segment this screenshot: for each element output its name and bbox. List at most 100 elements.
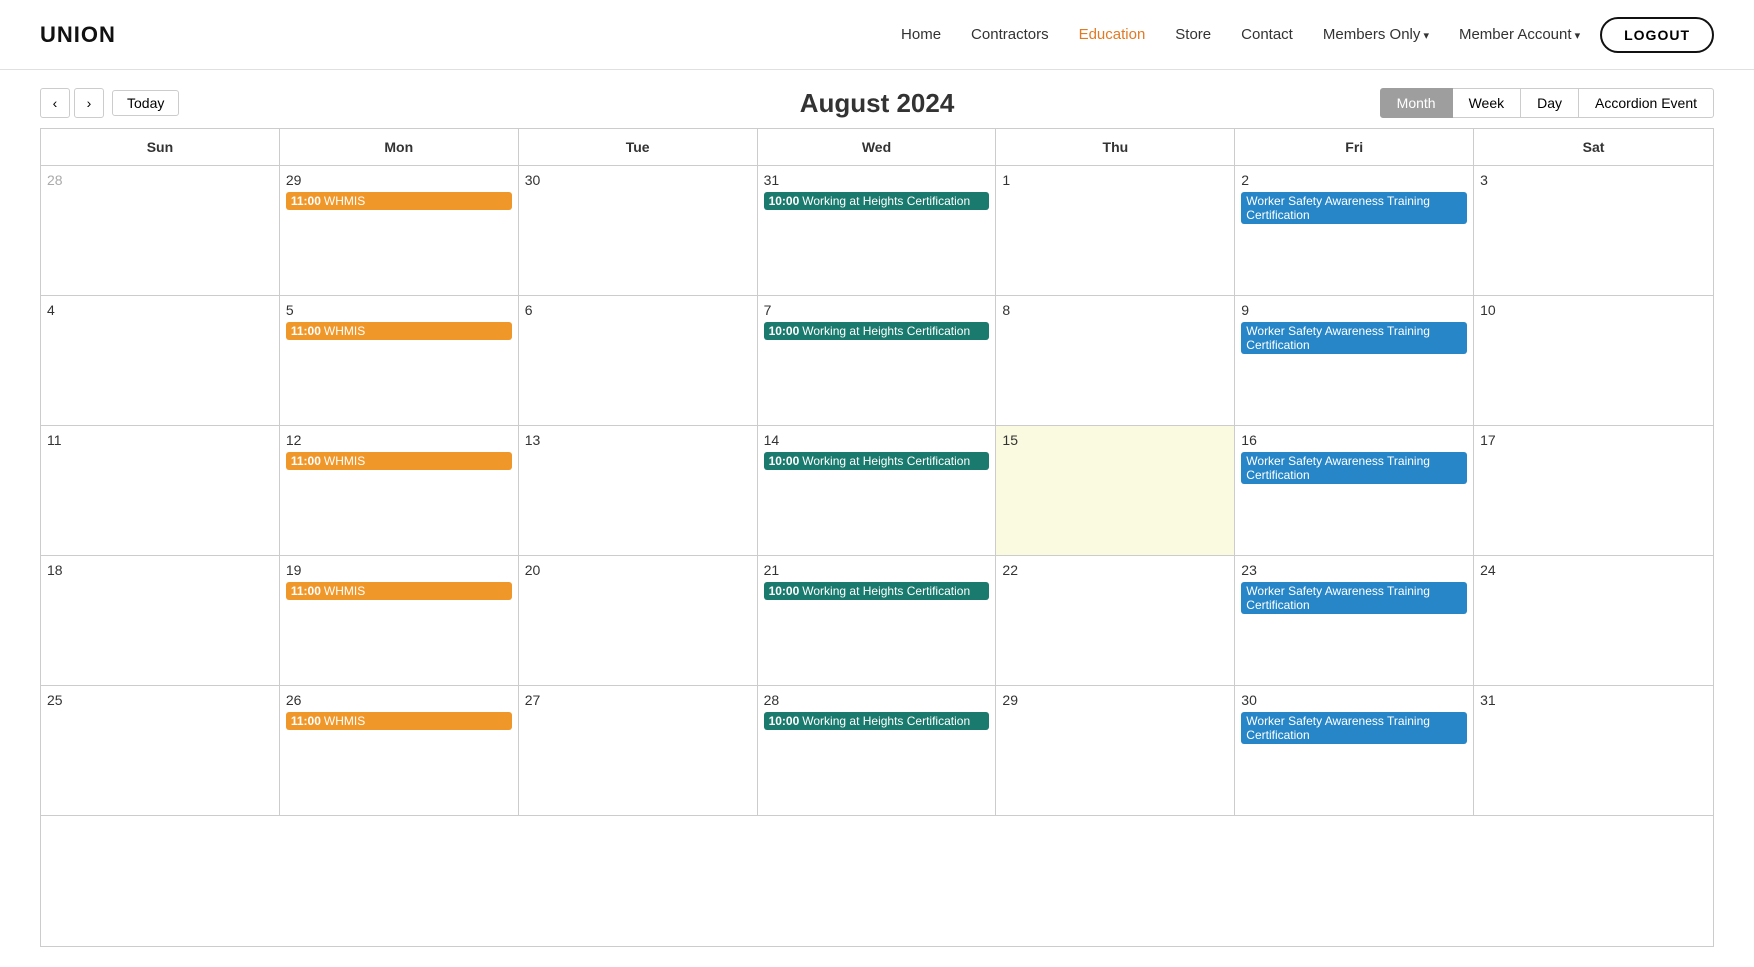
calendar-cell[interactable]: 8 <box>996 296 1235 426</box>
calendar-cell[interactable]: 28 <box>41 166 280 296</box>
calendar-cell[interactable]: 20 <box>519 556 758 686</box>
calendar-body: 282911:00WHMIS303110:00Working at Height… <box>41 166 1713 946</box>
calendar-cell[interactable]: 27 <box>519 686 758 816</box>
header-mon: Mon <box>280 129 519 166</box>
calendar-cell[interactable]: 10 <box>1474 296 1713 426</box>
calendar-cell[interactable]: 23Worker Safety Awareness Training Certi… <box>1235 556 1474 686</box>
day-number: 27 <box>525 692 751 708</box>
header-thu: Thu <box>996 129 1235 166</box>
calendar-cell[interactable]: 2 Worker Safety Awareness Training Certif… <box>1235 166 1474 296</box>
calendar-cell[interactable]: 1911:00WHMIS <box>280 556 519 686</box>
event-title: WHMIS <box>324 454 365 468</box>
calendar-event[interactable]: 10:00Working at Heights Certification <box>764 582 990 600</box>
calendar-cell[interactable]: 11 <box>41 426 280 556</box>
calendar-event[interactable]: 10:00Working at Heights Certification <box>764 712 990 730</box>
calendar-cell[interactable]: 2810:00Working at Heights Certification <box>758 686 997 816</box>
view-buttons: Month Week Day Accordion Event <box>1380 88 1714 118</box>
calendar-cell[interactable]: 9 Worker Safety Awareness Training Certif… <box>1235 296 1474 426</box>
day-number: 13 <box>525 432 751 448</box>
calendar-cell[interactable]: 1211:00WHMIS <box>280 426 519 556</box>
calendar-cell[interactable]: 25 <box>41 686 280 816</box>
calendar-cell[interactable]: 2911:00WHMIS <box>280 166 519 296</box>
day-number: 25 <box>47 692 273 708</box>
day-number: 9 <box>1241 302 1467 318</box>
day-number: 29 <box>1002 692 1228 708</box>
calendar-event[interactable]: 11:00WHMIS <box>286 582 512 600</box>
calendar-event[interactable]: 11:00WHMIS <box>286 192 512 210</box>
header-sat: Sat <box>1474 129 1713 166</box>
header-tue: Tue <box>519 129 758 166</box>
nav-members-only[interactable]: Members Only <box>1323 26 1429 43</box>
calendar-cell[interactable]: 17 <box>1474 426 1713 556</box>
day-number: 26 <box>286 692 512 708</box>
nav-store[interactable]: Store <box>1175 26 1211 43</box>
calendar-cell[interactable]: 4 <box>41 296 280 426</box>
calendar-event[interactable]: Worker Safety Awareness Training Certifi… <box>1241 582 1467 614</box>
calendar-event[interactable]: Worker Safety Awareness Training Certifi… <box>1241 712 1467 744</box>
calendar-cell[interactable]: 22 <box>996 556 1235 686</box>
header-fri: Fri <box>1235 129 1474 166</box>
calendar-event[interactable]: 10:00Working at Heights Certification <box>764 322 990 340</box>
calendar-event[interactable]: 10:00Working at Heights Certification <box>764 192 990 210</box>
day-number: 2 <box>1241 172 1467 188</box>
calendar-cell[interactable]: 1410:00Working at Heights Certification <box>758 426 997 556</box>
view-month-button[interactable]: Month <box>1380 88 1453 118</box>
calendar-cell[interactable]: 3110:00Working at Heights Certification <box>758 166 997 296</box>
calendar-cell[interactable]: 3 <box>1474 166 1713 296</box>
calendar-cell[interactable]: 26 11:00WHMIS <box>280 686 519 816</box>
calendar-cell[interactable]: 16Worker Safety Awareness Training Certi… <box>1235 426 1474 556</box>
day-number: 4 <box>47 302 273 318</box>
calendar-cell[interactable]: 31 <box>1474 686 1713 816</box>
event-title: WHMIS <box>324 194 365 208</box>
calendar-event[interactable]: 10:00Working at Heights Certification <box>764 452 990 470</box>
logout-button[interactable]: LOGOUT <box>1600 17 1714 53</box>
calendar-event[interactable]: 11:00WHMIS <box>286 452 512 470</box>
event-time: 10:00 <box>769 454 800 468</box>
day-number: 30 <box>525 172 751 188</box>
calendar-event[interactable]: 11:00WHMIS <box>286 712 512 730</box>
calendar-cell[interactable]: 7 10:00Working at Heights Certification <box>758 296 997 426</box>
next-month-button[interactable]: › <box>74 88 104 118</box>
day-number: 22 <box>1002 562 1228 578</box>
nav-home[interactable]: Home <box>901 26 941 43</box>
event-time: 10:00 <box>769 324 800 338</box>
view-week-button[interactable]: Week <box>1453 88 1522 118</box>
nav-contractors[interactable]: Contractors <box>971 26 1049 43</box>
today-button[interactable]: Today <box>112 90 179 116</box>
event-time: 11:00 <box>291 194 321 208</box>
calendar-cell[interactable]: 6 <box>519 296 758 426</box>
header-sun: Sun <box>41 129 280 166</box>
calendar-event[interactable]: Worker Safety Awareness Training Certifi… <box>1241 452 1467 484</box>
day-number: 6 <box>525 302 751 318</box>
nav-member-account[interactable]: Member Account <box>1459 26 1580 43</box>
event-title: Worker Safety Awareness Training Certifi… <box>1246 584 1430 612</box>
event-time: 11:00 <box>291 454 321 468</box>
nav-education[interactable]: Education <box>1079 26 1146 43</box>
calendar-cell[interactable]: 5 11:00WHMIS <box>280 296 519 426</box>
day-number: 10 <box>1480 302 1707 318</box>
calendar-event[interactable]: Worker Safety Awareness Training Certifi… <box>1241 192 1467 224</box>
calendar-cell[interactable]: 18 <box>41 556 280 686</box>
calendar-nav-buttons: ‹ › Today <box>40 88 179 118</box>
day-number: 7 <box>764 302 990 318</box>
main-nav: Home Contractors Education Store Contact… <box>901 26 1580 43</box>
calendar-event[interactable]: 11:00WHMIS <box>286 322 512 340</box>
day-number: 5 <box>286 302 512 318</box>
calendar-cell[interactable]: 1 <box>996 166 1235 296</box>
calendar-cell[interactable]: 30 <box>519 166 758 296</box>
calendar-cell[interactable]: 15 <box>996 426 1235 556</box>
calendar-cell[interactable]: 13 <box>519 426 758 556</box>
calendar-controls: ‹ › Today August 2024 Month Week Day Acc… <box>0 70 1754 128</box>
event-time: 11:00 <box>291 714 321 728</box>
event-title: Working at Heights Certification <box>802 194 970 208</box>
nav-contact[interactable]: Contact <box>1241 26 1293 43</box>
calendar-cell[interactable]: 30Worker Safety Awareness Training Certi… <box>1235 686 1474 816</box>
view-day-button[interactable]: Day <box>1521 88 1579 118</box>
event-title: Working at Heights Certification <box>802 324 970 338</box>
calendar-cell[interactable]: 29 <box>996 686 1235 816</box>
calendar-cell[interactable]: 2110:00Working at Heights Certification <box>758 556 997 686</box>
view-accordion-button[interactable]: Accordion Event <box>1579 88 1714 118</box>
prev-month-button[interactable]: ‹ <box>40 88 70 118</box>
calendar-cell[interactable]: 24 <box>1474 556 1713 686</box>
calendar-event[interactable]: Worker Safety Awareness Training Certifi… <box>1241 322 1467 354</box>
